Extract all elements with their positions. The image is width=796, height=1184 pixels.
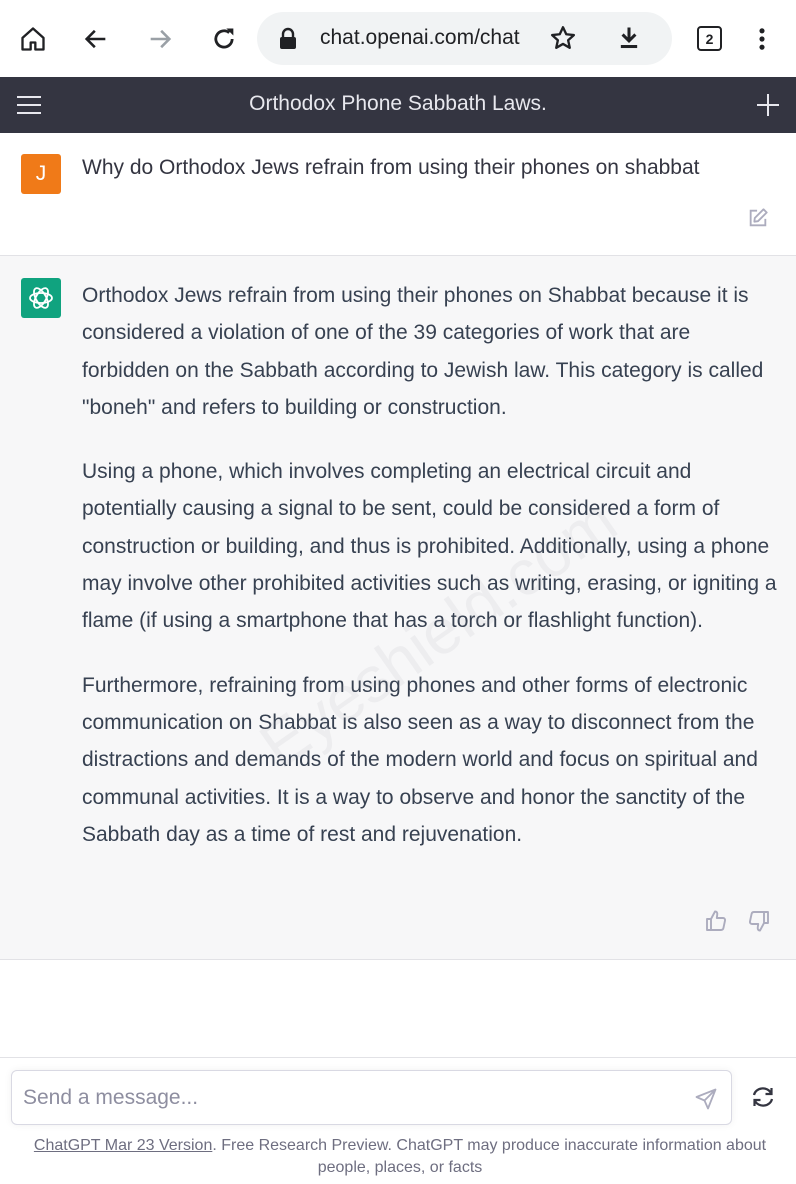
kebab-menu-icon bbox=[759, 28, 765, 50]
thumbs-down-icon[interactable] bbox=[747, 909, 771, 938]
arrow-left-icon bbox=[84, 29, 106, 49]
send-icon[interactable] bbox=[694, 1087, 718, 1116]
back-button[interactable] bbox=[76, 19, 116, 59]
footer-disclaimer: ChatGPT Mar 23 Version. Free Research Pr… bbox=[30, 1135, 770, 1179]
user-avatar: J bbox=[21, 154, 61, 194]
star-icon[interactable] bbox=[549, 24, 577, 52]
footer-disclaimer-text: . Free Research Preview. ChatGPT may pro… bbox=[212, 1137, 767, 1176]
url-text[interactable]: chat.openai.com/chat bbox=[320, 26, 530, 50]
conversation-title: Orthodox Phone Sabbath Laws. bbox=[249, 92, 547, 115]
reload-icon bbox=[214, 28, 234, 49]
assistant-paragraph: Furthermore, refraining from using phone… bbox=[82, 673, 758, 846]
assistant-paragraph: Orthodox Jews refrain from using their p… bbox=[82, 284, 764, 419]
forward-button[interactable] bbox=[140, 19, 180, 59]
home-icon bbox=[21, 27, 45, 51]
new-chat-icon[interactable] bbox=[756, 93, 780, 122]
assistant-paragraph: Using a phone, which involves completing… bbox=[82, 460, 777, 633]
message-input-box[interactable] bbox=[11, 1070, 732, 1125]
composer-area: ChatGPT Mar 23 Version. Free Research Pr… bbox=[0, 1057, 796, 1184]
arrow-right-icon bbox=[150, 29, 172, 49]
reload-button[interactable] bbox=[204, 19, 244, 59]
version-link[interactable]: ChatGPT Mar 23 Version bbox=[34, 1137, 212, 1154]
openai-logo-icon bbox=[21, 278, 61, 318]
home-button[interactable] bbox=[13, 19, 53, 59]
user-message: J Why do Orthodox Jews refrain from usin… bbox=[0, 133, 796, 256]
user-message-text: Why do Orthodox Jews refrain from using … bbox=[82, 156, 700, 179]
assistant-message: Orthodox Jews refrain from using their p… bbox=[0, 256, 796, 960]
chat-header: Orthodox Phone Sabbath Laws. bbox=[0, 77, 796, 133]
browser-toolbar: chat.openai.com/chat 2 bbox=[0, 0, 796, 77]
address-bar[interactable]: chat.openai.com/chat bbox=[257, 12, 672, 65]
message-input[interactable] bbox=[23, 1083, 663, 1113]
lock-icon bbox=[277, 27, 299, 51]
thumbs-up-icon[interactable] bbox=[704, 909, 728, 938]
more-menu-button[interactable] bbox=[742, 19, 782, 59]
regenerate-icon[interactable] bbox=[750, 1085, 776, 1114]
assistant-message-text: Orthodox Jews refrain from using their p… bbox=[82, 277, 782, 880]
edit-icon[interactable] bbox=[747, 207, 769, 234]
tab-switcher-button[interactable]: 2 bbox=[697, 26, 722, 51]
download-icon[interactable] bbox=[615, 24, 643, 52]
